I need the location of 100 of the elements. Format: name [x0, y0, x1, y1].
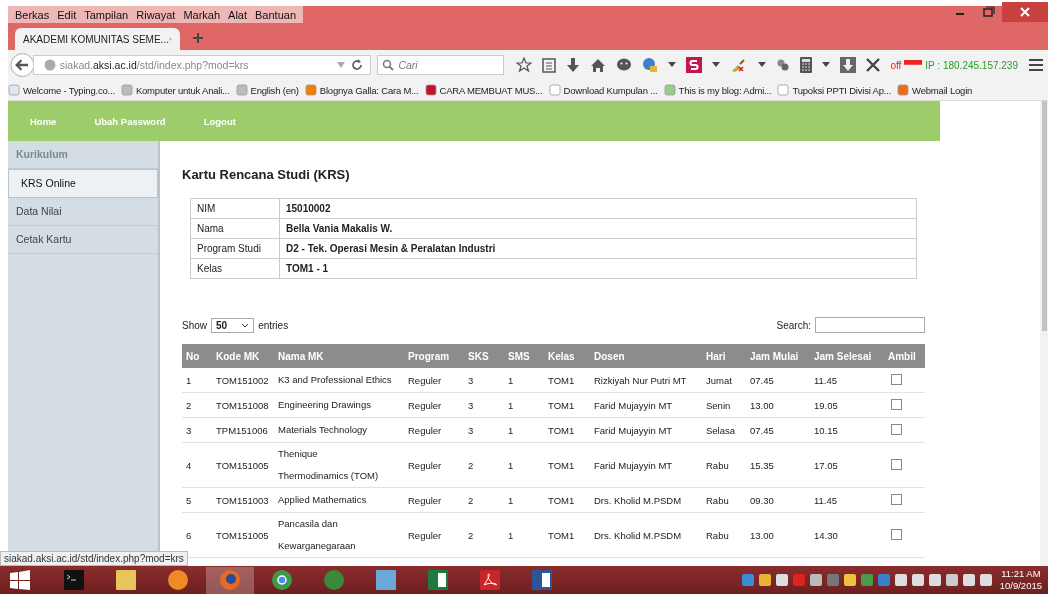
- sidebar-item[interactable]: Data Nilai: [8, 198, 158, 226]
- sidebar-item[interactable]: KRS Online: [8, 169, 158, 198]
- page-icon: [235, 84, 248, 96]
- column-header: SMS: [504, 344, 544, 368]
- chrome-app-icon: [270, 569, 294, 591]
- checkbox[interactable]: [891, 528, 902, 540]
- menu-item[interactable]: Tampilan: [80, 8, 133, 21]
- table-cell: TOM1 - 1: [279, 258, 917, 279]
- menu-item[interactable]: Edit: [53, 8, 81, 21]
- checkbox[interactable]: [891, 398, 902, 410]
- bookmark-item[interactable]: Blognya Galla: Cara M...: [304, 84, 419, 96]
- caret-icon[interactable]: [668, 62, 677, 68]
- menu-item[interactable]: Berkas: [11, 8, 54, 21]
- ip-address: IP : 180.245.157.239: [925, 59, 1018, 71]
- page-icon: [8, 84, 20, 96]
- status-text: off: [890, 59, 902, 71]
- caret-icon[interactable]: [712, 62, 721, 68]
- bookmark-item[interactable]: Welcome - Typing.co...: [8, 84, 115, 96]
- page-icon: [663, 84, 676, 96]
- table-cell: Pancasila dan Kewarganegaraan: [274, 512, 404, 558]
- table-cell: Rabu: [702, 442, 746, 488]
- search-label: Search:: [776, 319, 811, 331]
- clock-date: 10/9/2015: [999, 580, 1042, 592]
- reload-icon[interactable]: [350, 58, 365, 72]
- sidebar-item[interactable]: Cetak Kartu: [8, 226, 158, 254]
- column-header: Nama MK: [274, 344, 404, 368]
- search-field[interactable]: Cari: [377, 55, 505, 75]
- table-cell: 13.00: [746, 512, 810, 558]
- search-field[interactable]: [815, 317, 925, 333]
- table-cell: 3: [464, 417, 504, 443]
- bookmark-item[interactable]: Webmail Login: [897, 84, 973, 96]
- bookmark-item[interactable]: Komputer untuk Anali...: [120, 84, 230, 96]
- table-cell: 1: [504, 512, 544, 558]
- calculator-icon[interactable]: [800, 57, 813, 73]
- download-box-icon[interactable]: [840, 57, 857, 73]
- download-icon[interactable]: [566, 57, 581, 73]
- table-cell: TOM151005: [212, 442, 274, 488]
- s-logo-icon[interactable]: [686, 57, 703, 73]
- home-icon[interactable]: [590, 57, 607, 73]
- table-cell: 3: [464, 392, 504, 418]
- column-header: Hari: [702, 344, 746, 368]
- table-cell: TOM1: [544, 392, 590, 418]
- table-cell: TOM1: [544, 487, 590, 513]
- table-cell: Thenique Thermodinamics (TOM): [274, 442, 404, 488]
- caret-icon[interactable]: [822, 62, 831, 68]
- circles-icon[interactable]: [776, 58, 791, 72]
- table-cell: D2 - Tek. Operasi Mesin & Peralatan Industri: [279, 238, 917, 259]
- column-header: Kode MK: [212, 344, 274, 368]
- checkbox[interactable]: [891, 458, 902, 470]
- star-icon[interactable]: [516, 57, 533, 73]
- table-cell: 15010002: [279, 198, 917, 219]
- table-cell: 11.45: [810, 487, 884, 513]
- tray-icons-drawing[interactable]: [741, 572, 992, 588]
- table-cell: TPM151006: [212, 417, 274, 443]
- menu-item[interactable]: Alat: [224, 8, 252, 21]
- table-cell: TOM1: [544, 512, 590, 558]
- column-header: Dosen: [590, 344, 702, 368]
- browser-tab[interactable]: AKADEMI KOMUNITAS SEME...: [15, 28, 180, 50]
- menu-item[interactable]: Markah: [179, 8, 225, 21]
- page-icon: [120, 84, 133, 96]
- checkbox[interactable]: [891, 373, 902, 385]
- table-cell: K3 and Professional Ethics: [274, 368, 404, 393]
- clipboard-icon[interactable]: [542, 57, 557, 73]
- table-cell: Materials Technology: [274, 417, 404, 443]
- bookmark-item[interactable]: CARA MEMBUAT MUS...: [424, 84, 543, 96]
- menu-icon[interactable]: [1028, 58, 1044, 72]
- chat-icon[interactable]: [616, 58, 633, 72]
- bookmark-item[interactable]: This is my blog: Admi...: [663, 84, 772, 96]
- entries-dropdown[interactable]: 50: [211, 317, 255, 333]
- table-cell: Selasa: [702, 417, 746, 443]
- acrobat-app-icon: [478, 569, 502, 591]
- table-cell: 1: [182, 368, 212, 393]
- menu-item[interactable]: Riwayat: [132, 8, 180, 21]
- checkbox[interactable]: [891, 423, 902, 435]
- page-icon: [548, 84, 561, 96]
- table-cell: 1: [504, 417, 544, 443]
- x-icon[interactable]: [866, 58, 881, 72]
- checkbox[interactable]: [891, 493, 902, 505]
- table-cell: 1: [504, 487, 544, 513]
- table-cell: Nama: [190, 218, 280, 239]
- address-bar[interactable]: siakad.aksi.ac.id/std/index.php?mod=krs: [32, 55, 372, 75]
- bookmark-item[interactable]: Download Kumpulan ...: [548, 84, 658, 96]
- windows-start-icon[interactable]: [10, 570, 30, 590]
- column-header: SKS: [464, 344, 504, 368]
- new-tab-icon[interactable]: [192, 32, 204, 44]
- scrollbar[interactable]: [1040, 101, 1048, 566]
- bookmark-item[interactable]: Tupoksi PPTI Divisi Ap...: [777, 84, 892, 96]
- back-icon[interactable]: [10, 52, 35, 78]
- page-icon: [304, 84, 317, 96]
- menu-item[interactable]: Bantuan: [251, 8, 300, 21]
- word-app-icon: [530, 569, 554, 591]
- flag-icon: [904, 60, 923, 70]
- caret-icon[interactable]: [758, 62, 767, 68]
- table-cell: 19.05: [810, 392, 884, 418]
- table-cell: Farid Mujayyin MT: [590, 442, 702, 488]
- bookmark-item[interactable]: English (en): [235, 84, 299, 96]
- close-icon[interactable]: [1002, 2, 1048, 22]
- cmd-app-icon: [62, 569, 86, 591]
- table-cell: Kelas: [190, 258, 280, 279]
- table-cell: Senin: [702, 392, 746, 418]
